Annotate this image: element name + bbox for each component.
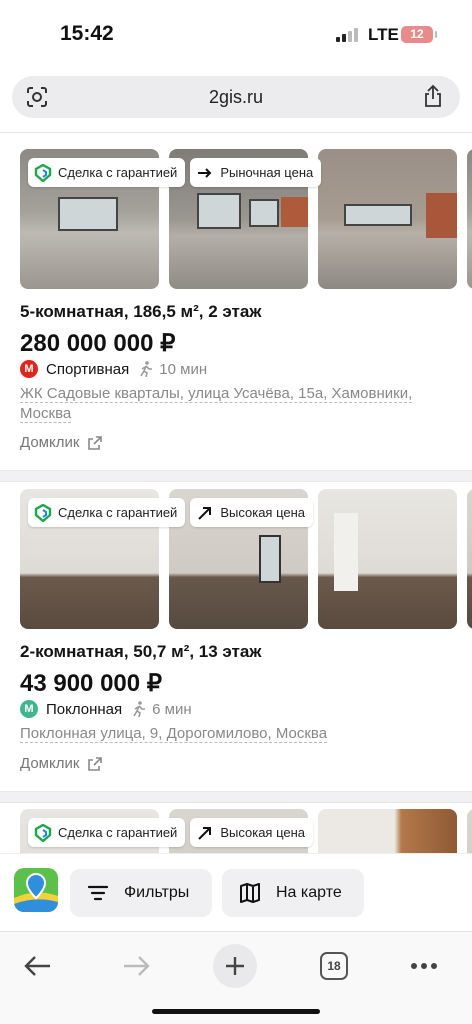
- more-dots-icon: [411, 963, 437, 969]
- listing-address[interactable]: ЖК Садовые кварталы, улица Усачёва, 15а,…: [20, 384, 450, 424]
- forward-button[interactable]: [114, 944, 158, 988]
- new-tab-button[interactable]: [213, 944, 257, 988]
- home-indicator: [152, 1009, 320, 1014]
- share-icon[interactable]: [422, 84, 444, 108]
- metro-info: М Спортивная 10 мин: [20, 360, 207, 378]
- badge-label: Сделка с гарантией: [58, 505, 178, 520]
- tab-count: 18: [320, 952, 348, 980]
- badge-label: Сделка с гарантией: [58, 165, 178, 180]
- guarantee-icon: [34, 163, 52, 182]
- listing-source[interactable]: Домклик: [20, 434, 103, 451]
- external-link-icon[interactable]: [87, 756, 103, 772]
- app-bottom-bar: Фильтры На карте: [0, 853, 472, 931]
- browser-toolbar: 18: [0, 931, 472, 1024]
- map-icon: [240, 883, 260, 903]
- battery-icon: 12: [401, 26, 437, 43]
- address-text[interactable]: ЖК Садовые кварталы, улица Усачёва, 15а,…: [20, 385, 413, 423]
- arrow-left-icon: [24, 956, 50, 976]
- metro-icon: М: [20, 700, 38, 718]
- listing-price: 43 900 000 ₽: [20, 670, 163, 697]
- metro-station: Спортивная: [46, 360, 130, 378]
- badge-label: Рыночная цена: [220, 165, 314, 180]
- app-logo-icon[interactable]: [14, 868, 58, 912]
- url-text[interactable]: 2gis.ru: [12, 87, 460, 108]
- card-separator: [0, 791, 472, 803]
- listing-card[interactable]: Сделка с гарантией Высокая цена 2-комнат…: [0, 489, 472, 789]
- badge-guarantee: Сделка с гарантией: [28, 498, 186, 527]
- filters-label: Фильтры: [124, 884, 190, 901]
- badge-label: Высокая цена: [220, 505, 306, 520]
- walk-time: 6 мин: [152, 700, 192, 718]
- address-text[interactable]: Поклонная улица, 9, Дорогомилово, Москва: [20, 725, 328, 743]
- badge-price-level: Высокая цена: [190, 498, 314, 527]
- badge-price-level: Высокая цена: [190, 818, 314, 847]
- badge-label: Высокая цена: [220, 825, 306, 840]
- listing-photo[interactable]: [318, 149, 457, 289]
- status-bar: 15:42 LTE 12: [0, 0, 472, 70]
- listing-price: 280 000 000 ₽: [20, 330, 176, 357]
- walk-icon: [133, 701, 146, 717]
- badge-row: Сделка с гарантией Рыночная цена: [28, 158, 322, 187]
- more-button[interactable]: [402, 944, 446, 988]
- listing-title[interactable]: 5-комнатная, 186,5 м², 2 этаж: [20, 302, 261, 322]
- card-separator: [0, 470, 472, 482]
- listing-title[interactable]: 2-комнатная, 50,7 м², 13 этаж: [20, 642, 261, 662]
- badge-guarantee: Сделка с гарантией: [28, 158, 186, 187]
- status-time: 15:42: [60, 22, 114, 45]
- arrow-right-icon: [198, 167, 212, 178]
- listing-source[interactable]: Домклик: [20, 755, 103, 772]
- badge-label: Сделка с гарантией: [58, 825, 178, 840]
- arrow-up-right-icon: [198, 826, 212, 840]
- badge-guarantee: Сделка с гарантией: [28, 818, 186, 847]
- listing-address[interactable]: Поклонная улица, 9, Дорогомилово, Москва: [20, 724, 450, 744]
- map-label: На карте: [276, 884, 342, 901]
- listing-photo[interactable]: [467, 149, 472, 289]
- metro-station: Поклонная: [46, 700, 123, 718]
- divider: [0, 132, 472, 133]
- arrow-right-icon: [124, 956, 150, 976]
- network-label: LTE: [368, 25, 399, 44]
- badge-row: Сделка с гарантией Высокая цена: [28, 818, 314, 847]
- walk-time: 10 мин: [159, 360, 208, 378]
- filter-icon: [87, 885, 109, 901]
- arrow-up-right-icon: [198, 506, 212, 520]
- source-label[interactable]: Домклик: [20, 434, 79, 451]
- listing-photo[interactable]: [318, 809, 457, 853]
- guarantee-icon: [34, 503, 52, 522]
- show-on-map-button[interactable]: На карте: [222, 869, 364, 917]
- plus-icon: [226, 957, 244, 975]
- listing-photo[interactable]: [467, 809, 472, 853]
- listing-photo[interactable]: [467, 489, 472, 629]
- badge-row: Сделка с гарантией Высокая цена: [28, 498, 314, 527]
- listing-card[interactable]: Сделка с гарантией Высокая цена: [0, 809, 472, 853]
- metro-icon: М: [20, 360, 38, 378]
- external-link-icon[interactable]: [87, 435, 103, 451]
- source-label[interactable]: Домклик: [20, 755, 79, 772]
- walk-icon: [140, 361, 153, 377]
- signal-icon: [336, 28, 358, 42]
- badge-price-level: Рыночная цена: [190, 158, 322, 187]
- address-bar[interactable]: 2gis.ru: [12, 76, 460, 118]
- guarantee-icon: [34, 823, 52, 842]
- metro-info: М Поклонная 6 мин: [20, 700, 192, 718]
- tabs-button[interactable]: 18: [312, 944, 356, 988]
- listing-photo[interactable]: [318, 489, 457, 629]
- filters-button[interactable]: Фильтры: [70, 869, 212, 917]
- listing-card[interactable]: Сделка с гарантией Рыночная цена 5-комна…: [0, 149, 472, 469]
- back-button[interactable]: [16, 944, 60, 988]
